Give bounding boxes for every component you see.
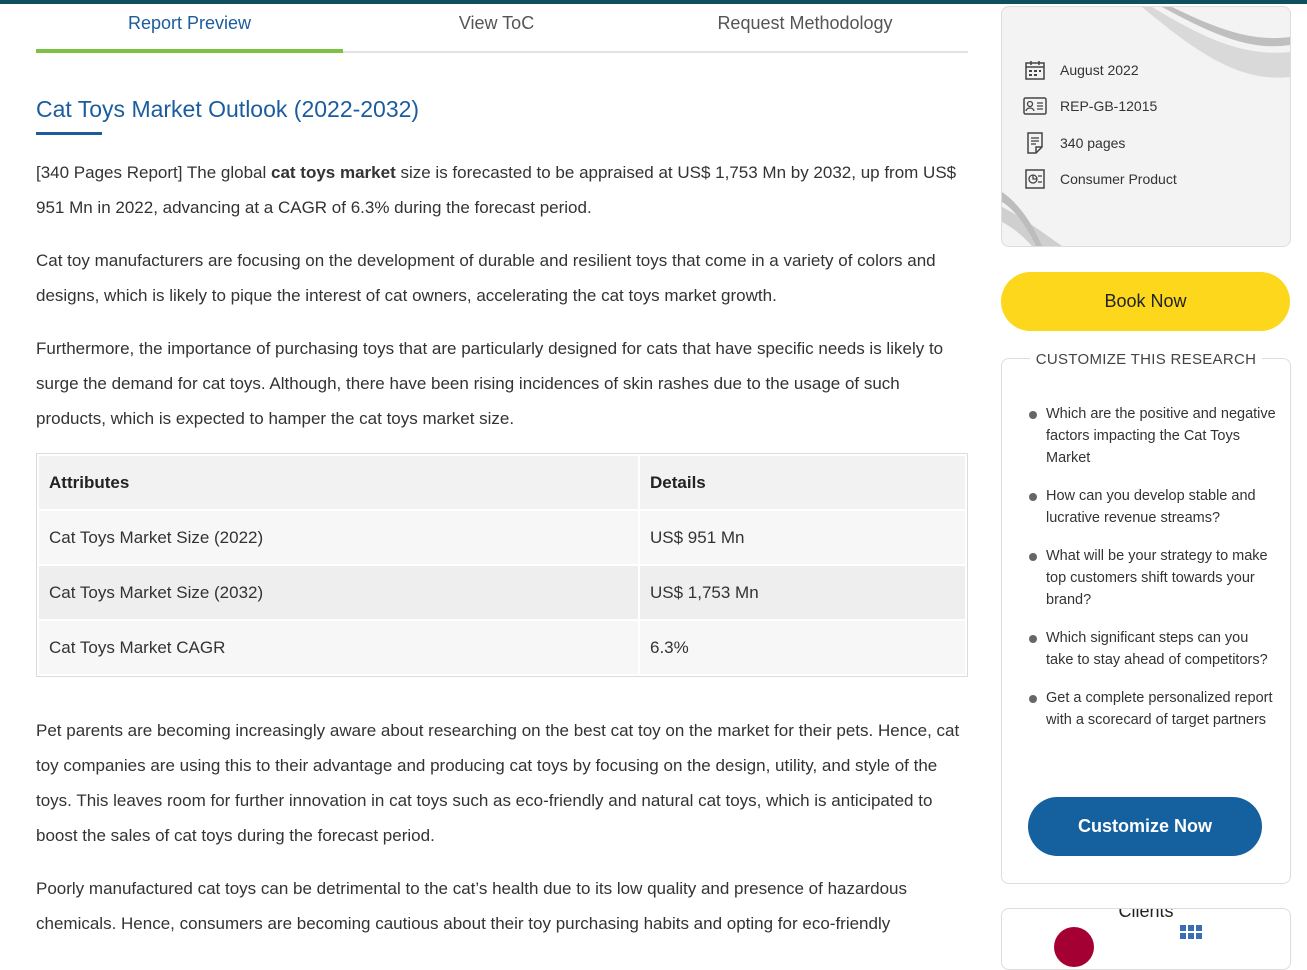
info-date-text: August 2022 xyxy=(1060,62,1139,78)
table-cell-detail: US$ 1,753 Mn xyxy=(640,566,965,619)
table-row: Cat Toys Market CAGR 6.3% xyxy=(39,621,965,674)
title-underline xyxy=(36,132,102,135)
intro-paragraph: [340 Pages Report] The global cat toys m… xyxy=(36,155,961,225)
intro-keyword: cat toys market xyxy=(271,163,396,182)
table-cell-attribute: Cat Toys Market Size (2032) xyxy=(39,566,638,619)
list-item-text: Which are the positive and negative fact… xyxy=(1046,406,1276,466)
tab-view-toc[interactable]: View ToC xyxy=(343,4,650,51)
list-item: What will be your strategy to make top c… xyxy=(1028,545,1278,611)
info-pages: 340 pages xyxy=(1022,130,1125,156)
intro-prefix: [340 Pages Report] The global xyxy=(36,163,272,182)
info-pages-text: 340 pages xyxy=(1060,135,1126,151)
table-header-details: Details xyxy=(640,456,965,509)
table-cell-detail: 6.3% xyxy=(640,621,965,674)
attributes-table: Attributes Details Cat Toys Market Size … xyxy=(36,453,968,677)
tab-request-methodology[interactable]: Request Methodology xyxy=(650,4,960,51)
document-icon xyxy=(1022,131,1048,155)
id-card-icon xyxy=(1022,94,1048,118)
bullet-icon xyxy=(1029,695,1037,703)
page-title: Cat Toys Market Outlook (2022-2032) xyxy=(36,96,420,122)
table-row: Cat Toys Market Size (2022) US$ 951 Mn xyxy=(39,511,965,564)
info-category-text: Consumer Product xyxy=(1060,171,1177,187)
paragraph-3: Furthermore, the importance of purchasin… xyxy=(36,339,944,428)
list-item-text: How can you develop stable and lucrative… xyxy=(1046,488,1256,526)
bullet-icon xyxy=(1029,493,1037,501)
report-info-card: August 2022 REP-GB-12015 340 pages Consu… xyxy=(1001,6,1291,247)
tab-report-preview[interactable]: Report Preview xyxy=(36,4,343,51)
book-now-button[interactable]: Book Now xyxy=(1001,272,1290,331)
list-item: Which significant steps can you take to … xyxy=(1028,627,1278,671)
list-item: Get a complete personalized report with … xyxy=(1028,687,1278,731)
active-tab-indicator xyxy=(36,49,343,53)
customize-list: Which are the positive and negative fact… xyxy=(1028,403,1278,747)
list-item-text: What will be your strategy to make top c… xyxy=(1046,548,1268,608)
table-header-row: Attributes Details xyxy=(39,456,965,509)
info-category: Consumer Product xyxy=(1022,166,1177,192)
table-cell-attribute: Cat Toys Market CAGR xyxy=(39,621,638,674)
table-cell-attribute: Cat Toys Market Size (2022) xyxy=(39,511,638,564)
bullet-icon xyxy=(1029,553,1037,561)
customize-heading: CUSTOMIZE THIS RESEARCH xyxy=(1030,351,1262,368)
bullet-icon xyxy=(1029,635,1037,643)
table-cell-detail: US$ 951 Mn xyxy=(640,511,965,564)
clients-title: Clients xyxy=(1118,908,1174,921)
category-icon xyxy=(1022,167,1048,191)
customize-now-button[interactable]: Customize Now xyxy=(1028,797,1262,856)
info-report-id: REP-GB-12015 xyxy=(1022,93,1157,119)
paragraph-5: Poorly manufactured cat toys can be detr… xyxy=(36,879,907,933)
list-item: Which are the positive and negative fact… xyxy=(1028,403,1278,469)
table-header-attributes: Attributes xyxy=(39,456,638,509)
paragraph-2: Cat toy manufacturers are focusing on th… xyxy=(36,251,936,305)
report-tabs: Report Preview View ToC Request Methodol… xyxy=(36,4,968,53)
decorative-swoosh xyxy=(1002,7,1290,246)
bullet-icon xyxy=(1029,411,1037,419)
table-row: Cat Toys Market Size (2032) US$ 1,753 Mn xyxy=(39,566,965,619)
clients-card: Clients xyxy=(1001,908,1291,970)
customize-research-card: CUSTOMIZE THIS RESEARCH Which are the po… xyxy=(1001,351,1291,884)
info-date: August 2022 xyxy=(1022,57,1139,83)
list-item-text: Which significant steps can you take to … xyxy=(1046,630,1268,668)
list-item-text: Get a complete personalized report with … xyxy=(1046,690,1273,728)
paragraph-4: Pet parents are becoming increasingly aw… xyxy=(36,721,960,845)
list-item: How can you develop stable and lucrative… xyxy=(1028,485,1278,529)
calendar-icon xyxy=(1022,58,1048,82)
info-report-id-text: REP-GB-12015 xyxy=(1060,98,1158,114)
client-logo xyxy=(1054,927,1094,967)
